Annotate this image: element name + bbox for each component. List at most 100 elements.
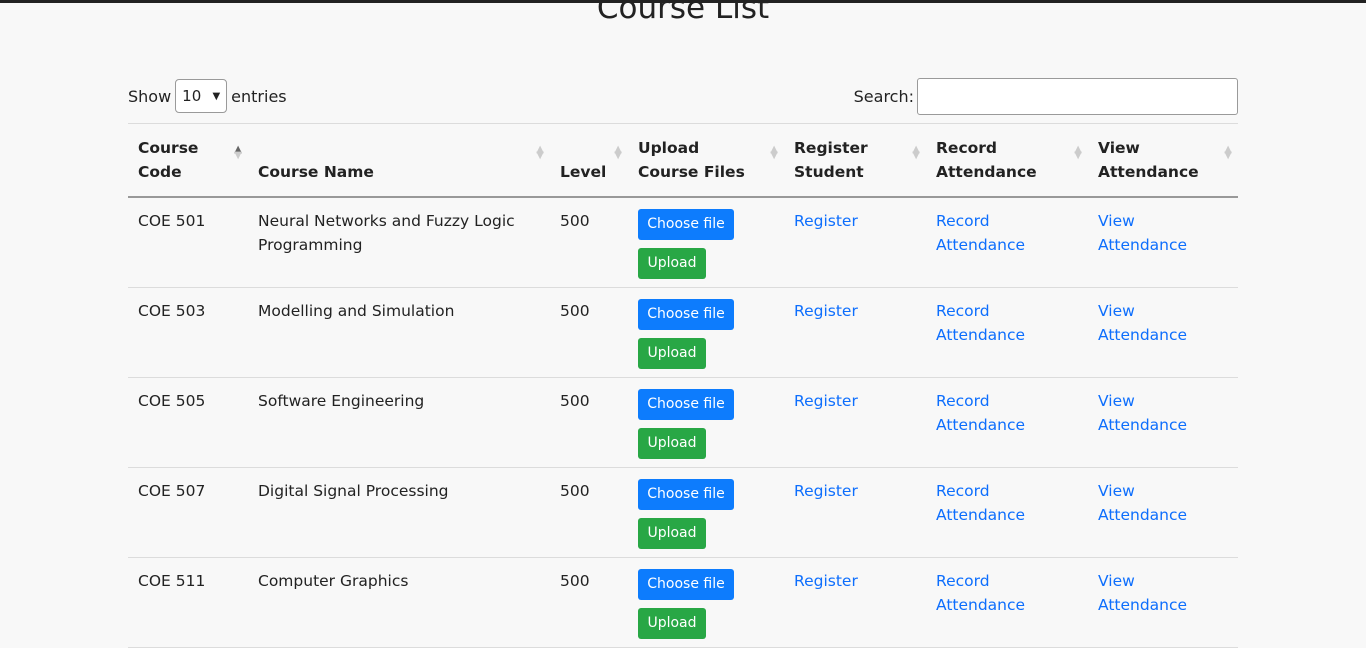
upload-button[interactable]: Upload xyxy=(638,608,706,639)
entries-label: entries xyxy=(231,86,287,106)
record-attendance-cell: Record Attendance xyxy=(926,467,1088,558)
entries-select-value: 10 xyxy=(182,87,202,105)
column-header-register-student[interactable]: Register Student ▲ ▼ xyxy=(784,123,926,198)
column-header-label: Course xyxy=(138,139,199,157)
choose-file-button[interactable]: Choose file xyxy=(638,299,734,330)
sort-down-icon: ▼ xyxy=(1224,150,1232,161)
choose-file-button[interactable]: Choose file xyxy=(638,479,734,510)
table-row: COE 501 Neural Networks and Fuzzy Logic P… xyxy=(128,197,1238,288)
link-text: Attendance xyxy=(936,596,1026,614)
link-text: View xyxy=(1098,482,1135,500)
link-text: View xyxy=(1098,212,1135,230)
view-attendance-link[interactable]: View Attendance xyxy=(1098,389,1228,437)
table-row: COE 507 Digital Signal Processing 500 Choos… xyxy=(128,467,1238,558)
sort-ascending-icon: ▲ ▼ xyxy=(234,145,242,161)
record-attendance-link[interactable]: Record Attendance xyxy=(936,569,1078,617)
course-name-cell: Computer Graphics xyxy=(248,557,550,648)
view-attendance-link[interactable]: View Attendance xyxy=(1098,209,1228,257)
table-body: COE 501 Neural Networks and Fuzzy Logic P… xyxy=(128,197,1238,648)
view-attendance-link[interactable]: View Attendance xyxy=(1098,479,1228,527)
course-name-cell: Software Engineering xyxy=(248,377,550,468)
record-attendance-link[interactable]: Record Attendance xyxy=(936,209,1078,257)
link-text: Record xyxy=(936,572,990,590)
link-text: Attendance xyxy=(1098,596,1188,614)
register-link[interactable]: Register xyxy=(794,479,916,503)
register-link[interactable]: Register xyxy=(794,299,916,323)
record-attendance-cell: Record Attendance xyxy=(926,287,1088,378)
link-text: Attendance xyxy=(936,236,1026,254)
column-header-upload-course-files[interactable]: Upload Course Files ▲ ▼ xyxy=(628,123,784,198)
table-row: COE 511 Computer Graphics 500 Choose file Up… xyxy=(128,557,1238,648)
link-text: Record xyxy=(936,482,990,500)
view-attendance-link[interactable]: View Attendance xyxy=(1098,569,1228,617)
sort-icon: ▲ ▼ xyxy=(770,145,778,161)
course-name-cell: Neural Networks and Fuzzy Logic Programm… xyxy=(248,197,550,288)
header-row: Course Code ▲ ▼ Course Name ▲ ▼ Level ▲ ▼ Upload Co… xyxy=(128,123,1238,198)
column-header-label: Register xyxy=(794,139,868,157)
entries-select[interactable]: 10 ▼ xyxy=(175,79,228,113)
column-header-label: Course Name xyxy=(258,163,374,181)
table-controls: Show 10 ▼ entries Search: xyxy=(128,77,1238,115)
record-attendance-cell: Record Attendance xyxy=(926,197,1088,288)
view-attendance-cell: View Attendance xyxy=(1088,467,1238,558)
link-text: View xyxy=(1098,572,1135,590)
record-attendance-link[interactable]: Record Attendance xyxy=(936,299,1078,347)
level-cell: 500 xyxy=(550,287,628,378)
column-header-label: Attendance xyxy=(936,163,1037,181)
sort-icon: ▲ ▼ xyxy=(1224,145,1232,161)
link-text: Record xyxy=(936,302,990,320)
sort-down-icon: ▼ xyxy=(536,150,544,161)
upload-button[interactable]: Upload xyxy=(638,338,706,369)
search-input[interactable] xyxy=(917,77,1238,115)
choose-file-button[interactable]: Choose file xyxy=(638,389,734,420)
link-text: Record xyxy=(936,212,990,230)
column-header-course-code[interactable]: Course Code ▲ ▼ xyxy=(128,123,248,198)
register-link[interactable]: Register xyxy=(794,209,916,233)
link-text: Attendance xyxy=(936,506,1026,524)
upload-files-cell: Choose file Upload xyxy=(628,557,784,648)
column-header-course-name[interactable]: Course Name ▲ ▼ xyxy=(248,123,550,198)
choose-file-button[interactable]: Choose file xyxy=(638,569,734,600)
sort-icon: ▲ ▼ xyxy=(1074,145,1082,161)
link-text: Attendance xyxy=(936,416,1026,434)
course-code-cell: COE 507 xyxy=(128,467,248,558)
link-text: Record xyxy=(936,392,990,410)
column-header-label: Level xyxy=(560,163,607,181)
column-header-label: Course Files xyxy=(638,163,745,181)
view-attendance-cell: View Attendance xyxy=(1088,377,1238,468)
course-code-cell: COE 505 xyxy=(128,377,248,468)
page-title: Course List xyxy=(596,0,770,26)
course-code-cell: COE 511 xyxy=(128,557,248,648)
link-text: View xyxy=(1098,392,1135,410)
link-text: Attendance xyxy=(1098,506,1188,524)
level-cell: 500 xyxy=(550,377,628,468)
column-header-record-attendance[interactable]: Record Attendance ▲ ▼ xyxy=(926,123,1088,198)
column-header-label: Student xyxy=(794,163,864,181)
column-header-level[interactable]: Level ▲ ▼ xyxy=(550,123,628,198)
column-header-view-attendance[interactable]: View Attendance ▲ ▼ xyxy=(1088,123,1238,198)
course-table: Course Code ▲ ▼ Course Name ▲ ▼ Level ▲ ▼ Upload Co… xyxy=(128,123,1238,648)
view-attendance-link[interactable]: View Attendance xyxy=(1098,299,1228,347)
register-link[interactable]: Register xyxy=(794,569,916,593)
link-text: Attendance xyxy=(1098,236,1188,254)
choose-file-button[interactable]: Choose file xyxy=(638,209,734,240)
column-header-label: Code xyxy=(138,163,182,181)
link-text: View xyxy=(1098,302,1135,320)
upload-files-cell: Choose file Upload xyxy=(628,197,784,288)
upload-files-cell: Choose file Upload xyxy=(628,377,784,468)
course-name-cell: Modelling and Simulation xyxy=(248,287,550,378)
register-link[interactable]: Register xyxy=(794,389,916,413)
upload-button[interactable]: Upload xyxy=(638,518,706,549)
link-text: Attendance xyxy=(1098,416,1188,434)
upload-button[interactable]: Upload xyxy=(638,248,706,279)
show-label: Show xyxy=(128,86,172,106)
record-attendance-link[interactable]: Record Attendance xyxy=(936,479,1078,527)
record-attendance-cell: Record Attendance xyxy=(926,557,1088,648)
chevron-down-icon: ▼ xyxy=(212,90,221,102)
record-attendance-link[interactable]: Record Attendance xyxy=(936,389,1078,437)
sort-down-icon: ▼ xyxy=(912,150,920,161)
level-cell: 500 xyxy=(550,557,628,648)
level-cell: 500 xyxy=(550,197,628,288)
sort-down-icon: ▼ xyxy=(614,150,622,161)
upload-button[interactable]: Upload xyxy=(638,428,706,459)
